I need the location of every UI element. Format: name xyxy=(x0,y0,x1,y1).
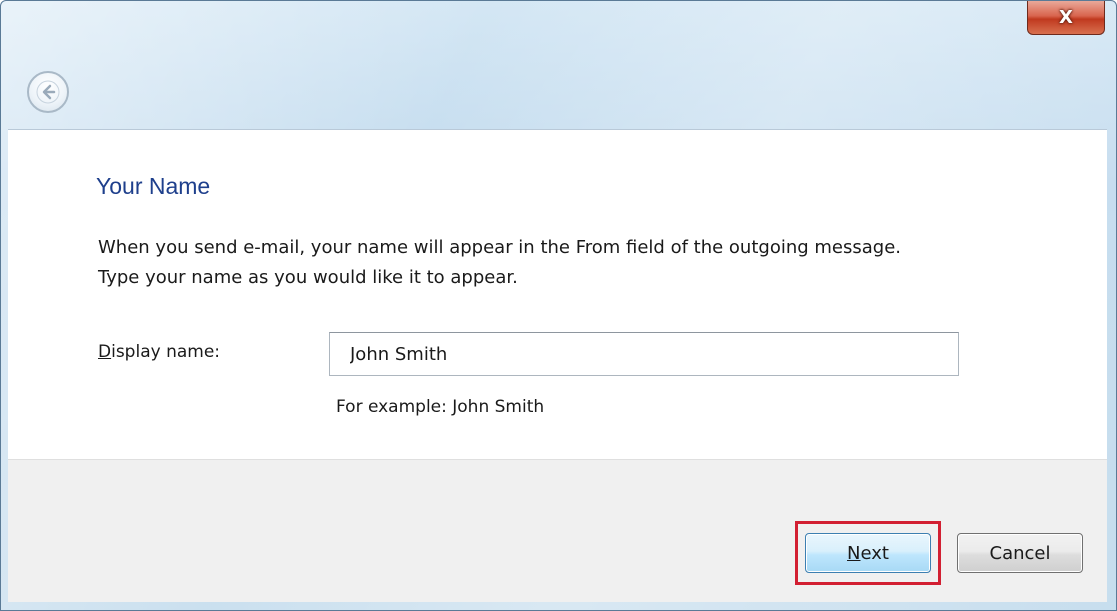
display-name-label-text: isplay name: xyxy=(111,342,221,362)
cancel-button-label: Cancel xyxy=(989,542,1051,564)
description-line-2: Type your name as you would like it to a… xyxy=(98,267,518,288)
next-button[interactable]: Next xyxy=(805,533,931,573)
close-icon: X xyxy=(1059,7,1073,28)
back-button[interactable] xyxy=(27,71,69,113)
page-title: Your Name xyxy=(96,173,211,199)
display-name-input[interactable] xyxy=(329,332,959,376)
description-line-1: When you send e-mail, your name will app… xyxy=(98,237,902,258)
back-arrow-icon xyxy=(35,79,61,105)
display-name-label: Display name: xyxy=(98,342,220,362)
display-name-label-accel: D xyxy=(98,342,112,362)
example-hint: For example: John Smith xyxy=(336,397,545,417)
close-button[interactable]: X xyxy=(1027,1,1105,35)
description: When you send e-mail, your name will app… xyxy=(98,233,1078,293)
cancel-button[interactable]: Cancel xyxy=(957,533,1083,573)
next-button-label: ext xyxy=(860,542,889,564)
next-button-accel: N xyxy=(847,542,861,564)
footer-bar xyxy=(8,459,1107,602)
